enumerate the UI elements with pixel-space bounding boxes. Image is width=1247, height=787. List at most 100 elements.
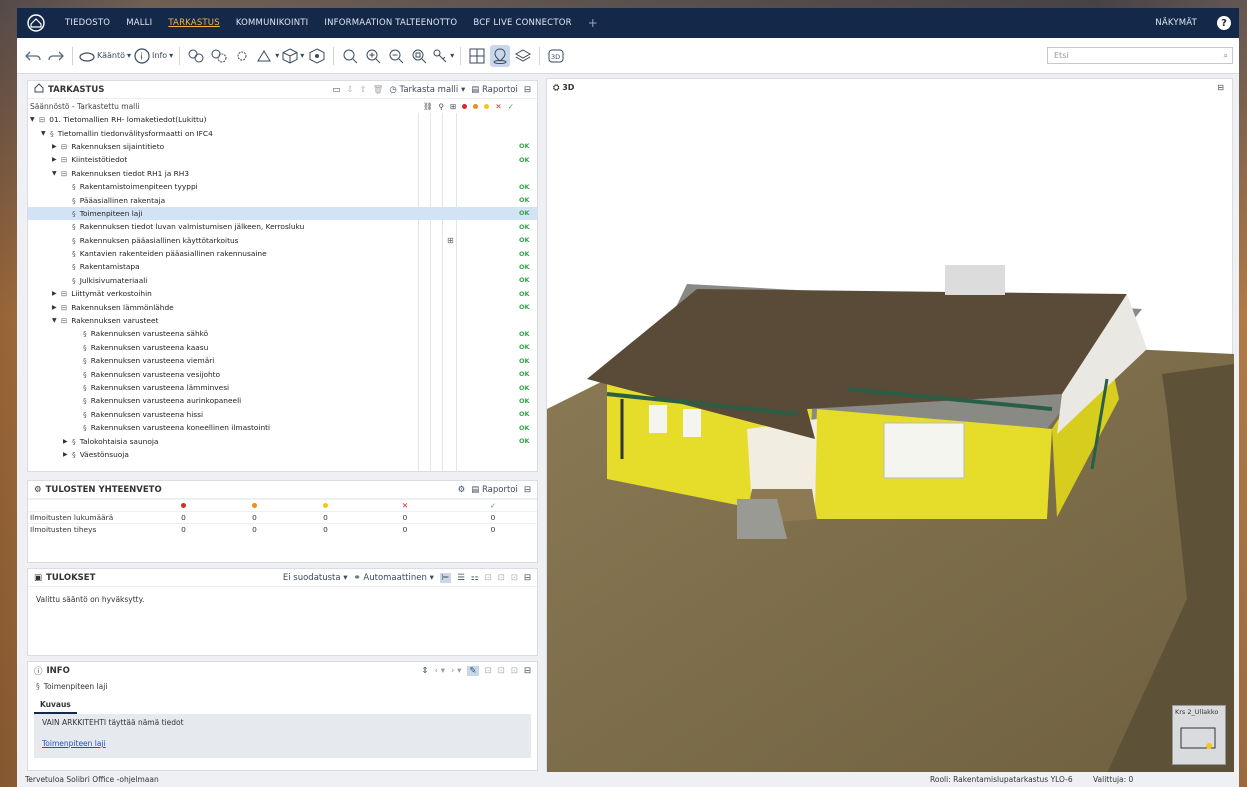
tree-row[interactable]: § Rakentamistapa OK bbox=[28, 260, 537, 273]
grouped-view-icon[interactable]: ⚏ bbox=[471, 573, 479, 583]
folder-icon[interactable]: ▭ bbox=[332, 85, 340, 95]
menu-item-0[interactable]: TIEDOSTO bbox=[57, 8, 118, 38]
menu-item-3[interactable]: KOMMUNIKOINTI bbox=[228, 8, 317, 38]
tree-row[interactable]: ▶ ⊟ Rakennuksen sijaintitieto OK bbox=[28, 140, 537, 153]
lock-icon[interactable]: ⊡ bbox=[485, 666, 492, 676]
isolate-components-icon[interactable] bbox=[232, 45, 252, 67]
menu-item-5[interactable]: BCF LIVE CONNECTOR bbox=[465, 8, 579, 38]
cube-view-icon[interactable]: ▾ bbox=[282, 45, 304, 67]
tree-row[interactable]: ▶ ⊟ Liittymät verkostoihin OK bbox=[28, 287, 537, 300]
views-menu[interactable]: NÄKYMÄT bbox=[1147, 8, 1205, 38]
lock-icon[interactable]: ⊡ bbox=[511, 573, 518, 583]
tree-row[interactable]: § Rakennuksen varusteena koneellinen ilma… bbox=[28, 421, 537, 434]
tree-row[interactable]: § Rakennuksen varusteena viemäri OK bbox=[28, 354, 537, 367]
expand-icon[interactable]: ▼ bbox=[41, 130, 50, 137]
upload-icon[interactable]: ⇧ bbox=[359, 85, 366, 95]
tree-row[interactable]: § Pääasiallinen rakentaja OK bbox=[28, 193, 537, 206]
tree-row[interactable]: § Rakennuksen varusteena sähkö OK bbox=[28, 327, 537, 340]
filter-dropdown[interactable]: Ei suodatusta ▾ bbox=[283, 573, 348, 583]
tree-row[interactable]: § Rakennuksen varusteena lämminvesi OK bbox=[28, 381, 537, 394]
zoom-in-icon[interactable] bbox=[363, 45, 383, 67]
expand-icon[interactable]: ▶ bbox=[52, 143, 61, 150]
rotate-button[interactable]: Kääntö ▾ bbox=[79, 45, 131, 67]
location-icon[interactable] bbox=[490, 44, 511, 67]
expand-icon[interactable]: ▶ bbox=[63, 451, 72, 458]
maximize-icon[interactable]: ⊟ bbox=[524, 666, 531, 676]
floor-navigator[interactable]: Krs 2_Ullakko bbox=[1172, 705, 1226, 765]
zoom-selected-icon[interactable] bbox=[409, 45, 429, 67]
tree-row[interactable]: ▶ ⊟ Kiinteistötiedot OK bbox=[28, 153, 537, 166]
auto-dropdown[interactable]: ⚭ Automaattinen ▾ bbox=[354, 573, 434, 583]
tree-row[interactable]: ▼ ⊟ 01. Tietomallien RH- lomaketiedot(Luki… bbox=[28, 113, 537, 126]
3d-view-icon[interactable]: 3D bbox=[546, 45, 566, 67]
expand-icon[interactable]: ▶ bbox=[52, 304, 61, 311]
tab-description[interactable]: Kuvaus bbox=[34, 697, 77, 714]
help-icon[interactable]: ? bbox=[1217, 16, 1231, 30]
menu-item-2[interactable]: TARKASTUS bbox=[160, 8, 228, 38]
check-model-button[interactable]: ◷ Tarkasta malli ▾ bbox=[389, 85, 465, 95]
zoom-fit-icon[interactable] bbox=[340, 45, 360, 67]
menu-item-4[interactable]: INFORMAATION TALTEENOTTO bbox=[316, 8, 465, 38]
tree-row[interactable]: ▶ § Talokohtaisia saunoja OK bbox=[28, 434, 537, 447]
search-icon[interactable]: ⌕ bbox=[1224, 48, 1228, 63]
tree-row[interactable]: ▼ ⊟ Rakennuksen tiedot RH1 ja RH3 bbox=[28, 167, 537, 180]
maximize-icon[interactable]: ⊟ bbox=[524, 85, 531, 95]
expand-icon[interactable]: ▼ bbox=[52, 317, 61, 324]
app-logo-icon[interactable] bbox=[25, 12, 47, 34]
lock-icon[interactable]: ⊡ bbox=[485, 573, 492, 583]
tree-view-icon[interactable]: ⊨ bbox=[439, 572, 452, 583]
expand-icon[interactable]: ▼ bbox=[30, 116, 39, 123]
expand-icon[interactable]: ▼ bbox=[52, 170, 61, 177]
report-button[interactable]: ▤ Raportoi bbox=[471, 85, 518, 95]
settings-icon[interactable]: ⚙ bbox=[458, 485, 466, 495]
tree-row[interactable]: § Toimenpiteen laji OK bbox=[28, 206, 537, 221]
tree-row[interactable]: § Rakennuksen pääasiallinen käyttötarkoit… bbox=[28, 234, 537, 247]
tree-row[interactable]: § Rakennuksen varusteena hissi OK bbox=[28, 408, 537, 421]
tree-row[interactable]: § Rakennuksen varusteena vesijohto OK bbox=[28, 367, 537, 380]
layers-icon[interactable] bbox=[513, 45, 533, 67]
tree-row[interactable]: § Kantavien rakenteiden pääasiallinen rak… bbox=[28, 247, 537, 260]
forward-icon[interactable]: › ▾ bbox=[451, 666, 461, 676]
tree-row[interactable]: § Rakentamistoimenpiteen tyyppi OK bbox=[28, 180, 537, 193]
tree-row[interactable]: § Rakennuksen varusteena aurinkopaneeli OK bbox=[28, 394, 537, 407]
delete-icon[interactable]: 🗑 bbox=[373, 85, 384, 95]
tree-row[interactable]: ▼ § Tietomallin tiedonvälitysformaatti on … bbox=[28, 126, 537, 139]
maximize-icon[interactable]: ⊟ bbox=[524, 485, 531, 495]
section-box-icon[interactable] bbox=[307, 45, 327, 67]
download-icon[interactable]: ⇩ bbox=[346, 85, 353, 95]
tree-row[interactable]: § Rakennuksen tiedot luvan valmistumisen … bbox=[28, 220, 537, 233]
lock-icon[interactable]: ⊡ bbox=[511, 666, 518, 676]
select-components-icon[interactable] bbox=[186, 45, 206, 67]
highlight-icon[interactable]: ✎ bbox=[467, 666, 479, 676]
maximize-icon[interactable]: ⊟ bbox=[524, 573, 531, 583]
tree-row[interactable]: ▼ ⊟ Rakennuksen varusteet bbox=[28, 314, 537, 327]
info-button[interactable]: i Info ▾ bbox=[134, 45, 173, 67]
hide-components-icon[interactable] bbox=[209, 45, 229, 67]
description-link[interactable]: Toimenpiteen laji bbox=[42, 739, 523, 748]
lock-icon[interactable]: ⊡ bbox=[498, 573, 505, 583]
tree-row[interactable]: ▶ § Väestönsuoja bbox=[28, 448, 537, 461]
transparency-icon[interactable]: ▾ bbox=[255, 45, 279, 67]
search-input[interactable]: Etsi ⌕ bbox=[1047, 47, 1233, 64]
tree-row[interactable]: § Rakennuksen varusteena kaasu OK bbox=[28, 341, 537, 354]
info-icon: ⓘ bbox=[34, 667, 43, 677]
lock-icon[interactable]: ⊡ bbox=[498, 666, 505, 676]
summary-report-button[interactable]: ▤ Raportoi bbox=[471, 485, 518, 495]
expand-icon[interactable]: ▶ bbox=[52, 290, 61, 297]
rule-icon: § bbox=[83, 329, 87, 339]
add-tab-button[interactable]: + bbox=[580, 16, 606, 30]
zoom-out-icon[interactable] bbox=[386, 45, 406, 67]
undo-icon[interactable] bbox=[23, 45, 43, 67]
back-icon[interactable]: ‹ ▾ bbox=[435, 666, 445, 676]
expand-icon[interactable]: ▶ bbox=[52, 156, 61, 163]
3d-view[interactable]: ⛭ 3D ⊟ Krs 2_Ullakko bbox=[546, 78, 1234, 773]
floor-plan-icon[interactable] bbox=[467, 45, 487, 67]
list-view-icon[interactable]: ☰ bbox=[457, 573, 465, 583]
sort-icon[interactable]: ⇕ bbox=[422, 666, 429, 676]
menu-item-1[interactable]: MALLI bbox=[118, 8, 160, 38]
expand-icon[interactable]: ▶ bbox=[63, 438, 72, 445]
redo-icon[interactable] bbox=[46, 45, 66, 67]
tree-row[interactable]: § Julkisivumateriaali OK bbox=[28, 274, 537, 287]
tree-row[interactable]: ▶ ⊟ Rakennuksen lämmönlähde OK bbox=[28, 300, 537, 313]
measure-icon[interactable]: ▾ bbox=[432, 45, 454, 67]
